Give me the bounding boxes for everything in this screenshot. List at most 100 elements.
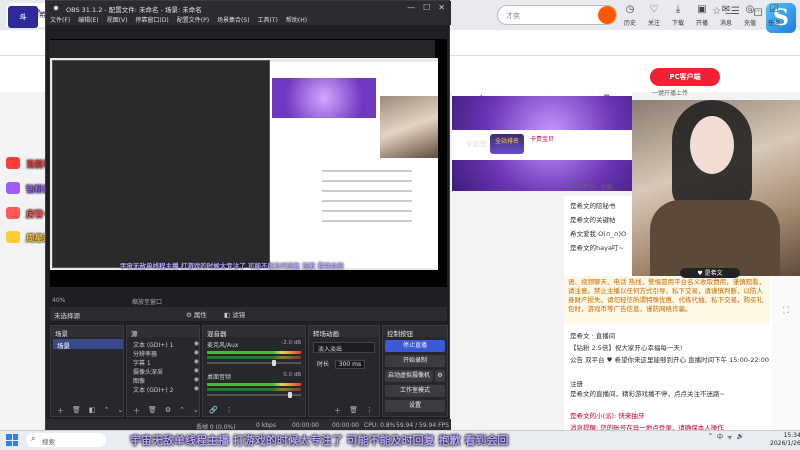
gear-icon[interactable]: ⚙ <box>435 370 445 382</box>
guard-badge[interactable]: 卡贵宝贝 <box>530 134 554 154</box>
more-icon[interactable]: ⋮ <box>226 406 233 414</box>
transition-select[interactable]: 淡入淡出 <box>313 342 375 353</box>
volume-icon[interactable]: 🔊 <box>737 433 744 440</box>
preview-zoom-mode[interactable]: 缩放至窗口 <box>132 297 162 306</box>
filter-icon[interactable]: ◧ <box>89 406 96 414</box>
settings-button[interactable]: 设置 <box>385 400 445 412</box>
nested-chat-line <box>322 200 412 202</box>
obs-menu-item[interactable]: 编辑(E) <box>78 15 98 25</box>
scene-item[interactable]: 场景 <box>53 339 123 350</box>
source-item[interactable]: 摄像头深采 ◉ <box>133 367 203 376</box>
chat-line: 注册 <box>570 380 583 388</box>
source-toolbar <box>50 307 447 321</box>
camera-icon: ▣ <box>697 4 707 15</box>
virtual-camera-button[interactable]: 启动虚拟摄像机 <box>385 370 433 382</box>
fps: 59.94 / 59.94 FPS <box>396 422 449 429</box>
studio-mode-button[interactable]: 工作室模式 <box>385 385 445 397</box>
bitrate: 0 kbps <box>256 422 276 429</box>
obs-menu-item[interactable]: 配置文件(P) <box>177 15 209 25</box>
header-nav-bell[interactable]: ✉ 消息 <box>716 2 736 27</box>
source-item[interactable]: 字幕 1 ◉ <box>133 358 203 367</box>
chat-line: 是希文的关键帖 <box>570 216 616 224</box>
volume-slider[interactable] <box>207 392 301 398</box>
obs-menu-item[interactable]: 停靠窗口(D) <box>135 15 168 25</box>
coin-icon: ◎ <box>745 4 755 15</box>
arrow-up-icon[interactable]: ⌃ <box>179 406 185 414</box>
obs-menu-item[interactable]: 文件(F) <box>50 15 70 25</box>
header-nav-heart[interactable]: ♡ 关注 <box>644 2 664 27</box>
header-nav-camera[interactable]: ▣ 开播 <box>692 2 712 27</box>
taskbar-search[interactable]: 搜索 <box>26 433 106 447</box>
source-item[interactable]: 图像 ◉ <box>133 376 203 385</box>
search-icon[interactable] <box>598 6 616 24</box>
taskbar-clock[interactable]: 15:34 2026/1/26 <box>770 432 800 448</box>
obs-window-controls: — ☐ ✕ <box>407 1 445 15</box>
filters-button[interactable]: ◧ 滤镜 <box>224 309 245 319</box>
source-item[interactable]: 文本 (GDI+) 2 ◉ <box>133 385 203 394</box>
link-icon[interactable]: 🔗 <box>209 406 218 414</box>
close-icon[interactable]: ✕ <box>438 1 445 15</box>
sword-icon <box>6 231 20 243</box>
duration-label: 时长 <box>317 361 330 368</box>
ime-icon[interactable]: 中 <box>717 432 723 441</box>
eye-icon[interactable]: ◉ <box>194 385 199 392</box>
eye-icon[interactable]: ◉ <box>194 349 199 356</box>
live-time: 00:00:00 <box>292 422 319 429</box>
fullscreen-icon[interactable]: ⛶ <box>772 306 800 316</box>
volume-knob[interactable] <box>288 392 292 398</box>
tray-expand-icon[interactable]: ^ <box>708 433 713 440</box>
minimize-icon[interactable]: — <box>407 1 415 15</box>
volume-knob[interactable] <box>271 360 276 366</box>
clock-time: 15:34 <box>783 432 800 439</box>
transitions-toolbar: ＋ 🗑 ⋮ <box>309 404 379 416</box>
trash-icon[interactable]: 🗑 <box>72 406 81 414</box>
arrow-down-icon[interactable]: ⌄ <box>193 406 199 414</box>
obs-menu-item[interactable]: 场景集合(S) <box>217 15 250 25</box>
trash-icon[interactable]: 🗑 <box>349 406 358 414</box>
maximize-icon[interactable]: ☐ <box>423 1 430 15</box>
fans-rank-label[interactable]: 全站榜 <box>466 139 487 149</box>
stop-stream-button[interactable]: 停止直播 <box>385 340 445 352</box>
eye-icon[interactable]: ◉ <box>194 340 199 347</box>
source-item[interactable]: 文本 (GDI+) 1 ◉ <box>133 340 203 349</box>
wifi-icon[interactable]: ᯤ <box>727 433 732 441</box>
volume-slider[interactable] <box>207 360 301 366</box>
add-icon[interactable]: ＋ <box>334 406 341 415</box>
source-item[interactable]: 分辨率器 ◉ <box>133 349 203 358</box>
pc-download-button[interactable]: PC客户端 <box>650 68 720 86</box>
gear-icon[interactable]: ⚙ <box>165 406 171 414</box>
site-logo[interactable]: 斗 <box>8 6 38 28</box>
obs-menu-item[interactable]: 视图(V) <box>107 15 128 25</box>
header-nav-download[interactable]: ⤓ 下载 <box>668 2 688 27</box>
header-nav-label: 开播 <box>695 20 708 27</box>
stream-subtitle: 宇宙无敌单线程主播 打游戏的时候太专注了 可能不能及时回复 抱歉 看到会回 <box>130 434 509 447</box>
source-name: 文本 (GDI+) 2 <box>133 387 174 394</box>
add-icon[interactable]: ＋ <box>133 406 140 415</box>
scenes-panel-title: 场景 <box>51 326 123 338</box>
arrow-down-icon[interactable]: ⌄ <box>117 406 123 414</box>
duration-input[interactable]: 300 ms <box>334 360 366 369</box>
header-nav-label: 关注 <box>647 20 660 27</box>
header-nav-task[interactable]: ☑ 任务 <box>764 2 784 27</box>
obs-titlebar: OBS 31.1.2 - 配置文件: 未命名 - 场景: 未命名 <box>46 1 451 15</box>
eye-icon[interactable]: ◉ <box>194 367 199 374</box>
start-recording-button[interactable]: 开始录制 <box>385 355 445 367</box>
properties-button[interactable]: ⚙ 属性 <box>186 309 207 319</box>
obs-menu-item[interactable]: 工具(T) <box>258 15 278 25</box>
eye-icon[interactable]: ◉ <box>194 376 199 383</box>
add-icon[interactable]: ＋ <box>57 406 64 415</box>
tab-fans[interactable]: 粉丝榜单(5) <box>564 184 597 191</box>
trash-icon[interactable]: 🗑 <box>148 406 157 414</box>
eye-icon[interactable]: ◉ <box>194 358 199 365</box>
more-icon[interactable]: ⋮ <box>366 406 373 414</box>
obs-menu-item[interactable]: 帮助(H) <box>286 15 307 25</box>
arrow-up-icon[interactable]: ⌃ <box>104 406 110 414</box>
grade-badge[interactable]: 全站排名 <box>490 134 524 154</box>
windows-start-icon[interactable] <box>6 434 18 446</box>
tab-contribution[interactable]: 贡献 <box>600 184 612 191</box>
header-nav-clock[interactable]: ◷ 历史 <box>620 2 640 27</box>
chat-line: 希文爱我 O(∩_∩)O <box>570 230 627 238</box>
task-icon: ☑ <box>769 4 779 15</box>
preview-zoom-level[interactable]: 40% <box>52 297 65 304</box>
header-nav-coin[interactable]: ◎ 充值 <box>740 2 760 27</box>
